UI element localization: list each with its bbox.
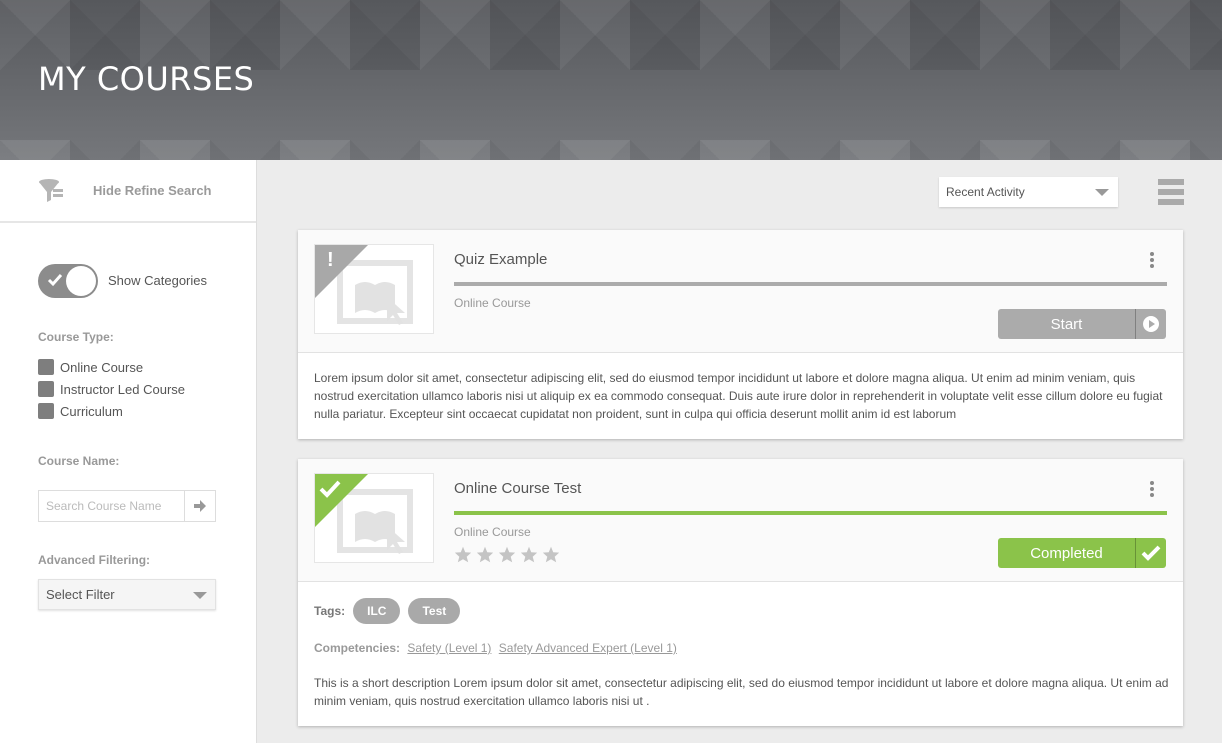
hide-refine-search-button[interactable]: Hide Refine Search: [0, 160, 256, 223]
competencies-row: Competencies: Safety (Level 1) Safety Ad…: [314, 641, 681, 655]
competencies-label: Competencies:: [314, 641, 401, 655]
course-card: ! Quiz Example Online Course Start Lorem…: [298, 230, 1183, 439]
hide-refine-search-label: Hide Refine Search: [93, 183, 212, 198]
star-icon[interactable]: [476, 546, 494, 563]
rating-stars[interactable]: [454, 546, 560, 563]
tag-ilc[interactable]: ILC: [353, 598, 401, 624]
chevron-down-icon: [193, 592, 207, 599]
course-title[interactable]: Quiz Example: [454, 251, 547, 268]
star-icon[interactable]: [520, 546, 538, 563]
checkbox-instructor-led-course[interactable]: [38, 381, 54, 397]
course-description: Lorem ipsum dolor sit amet, consectetur …: [314, 371, 1163, 421]
list-view-icon[interactable]: [1158, 179, 1184, 205]
search-go-button[interactable]: [184, 491, 215, 521]
filter-instructor-led-course-label: Instructor Led Course: [60, 381, 186, 397]
course-type-label: Course Type:: [38, 330, 114, 344]
course-name-input[interactable]: [39, 491, 184, 521]
refine-sidebar: Hide Refine Search Show Categories Cours…: [0, 160, 257, 743]
progress-bar: [454, 511, 1167, 515]
filter-curriculum[interactable]: Curriculum: [38, 403, 123, 419]
star-icon[interactable]: [542, 546, 560, 563]
start-button[interactable]: Start: [998, 309, 1166, 339]
show-categories-toggle[interactable]: [38, 264, 98, 298]
status-flag: [315, 245, 368, 298]
start-button-label: Start: [1050, 315, 1083, 333]
filter-online-course[interactable]: Online Course: [38, 359, 143, 375]
funnel-icon: [38, 178, 64, 209]
completed-button[interactable]: Completed: [998, 538, 1166, 568]
star-icon[interactable]: [498, 546, 516, 563]
course-thumbnail[interactable]: [314, 473, 434, 563]
checkmark-icon: [47, 274, 63, 287]
course-card-header: ! Quiz Example Online Course Start: [298, 230, 1183, 353]
completed-button-label: Completed: [1030, 544, 1103, 562]
checkbox-curriculum[interactable]: [38, 403, 54, 419]
checkmark-icon: [319, 480, 341, 498]
page-title: MY COURSES: [38, 60, 255, 98]
filter-curriculum-label: Curriculum: [60, 403, 123, 419]
star-icon[interactable]: [454, 546, 472, 563]
course-thumbnail[interactable]: !: [314, 244, 434, 334]
course-type: Online Course: [454, 525, 531, 539]
course-description: This is a short description Lorem ipsum …: [314, 676, 1169, 708]
tags-row: Tags: ILC Test: [314, 598, 468, 624]
competency-link[interactable]: Safety Advanced Expert (Level 1): [499, 641, 677, 655]
tags-label: Tags:: [314, 604, 346, 618]
advanced-filtering-label: Advanced Filtering:: [38, 553, 151, 567]
tag-test[interactable]: Test: [408, 598, 461, 624]
header-banner: MY COURSES: [0, 0, 1222, 160]
toggle-knob: [66, 266, 96, 296]
more-options-icon[interactable]: [1150, 481, 1154, 497]
competency-link[interactable]: Safety (Level 1): [407, 641, 491, 655]
course-title[interactable]: Online Course Test: [454, 480, 581, 497]
checkbox-online-course[interactable]: [38, 359, 54, 375]
advanced-filter-value: Select Filter: [46, 587, 115, 602]
course-card-header: Online Course Test Online Course Complet…: [298, 459, 1183, 582]
sort-value: Recent Activity: [946, 185, 1025, 199]
filter-instructor-led-course[interactable]: Instructor Led Course: [38, 381, 185, 397]
more-options-icon[interactable]: [1150, 252, 1154, 268]
play-icon: [1143, 316, 1159, 332]
arrow-right-icon: [194, 500, 206, 512]
course-card: Online Course Test Online Course Complet…: [298, 459, 1183, 726]
advanced-filter-select[interactable]: Select Filter: [38, 579, 216, 610]
chevron-down-icon: [1095, 189, 1109, 196]
show-categories-label: Show Categories: [108, 273, 207, 288]
course-name-label: Course Name:: [38, 454, 120, 468]
sort-select[interactable]: Recent Activity: [939, 177, 1118, 207]
progress-bar: [454, 282, 1167, 286]
alert-icon: !: [327, 249, 334, 271]
filter-online-course-label: Online Course: [60, 359, 144, 375]
checkmark-icon: [1141, 545, 1161, 561]
course-name-search: [38, 490, 216, 522]
course-type: Online Course: [454, 296, 531, 310]
